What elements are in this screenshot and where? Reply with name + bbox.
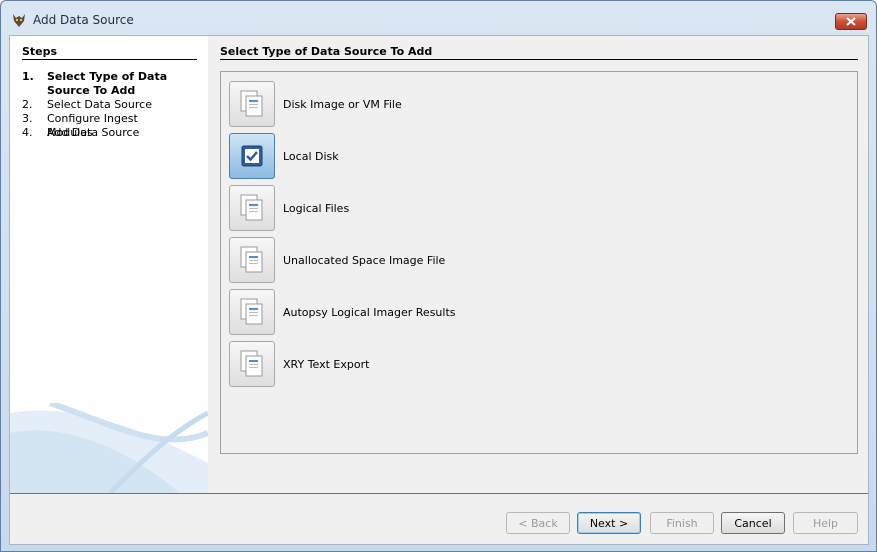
document-icon (240, 194, 263, 221)
option-toggle-button[interactable] (229, 341, 275, 387)
page-title: Select Type of Data Source To Add (220, 45, 433, 58)
step-label: Select Data Source (47, 98, 152, 111)
option-unallocated-space[interactable]: Unallocated Space Image File (229, 237, 445, 283)
steps-panel: Steps 1. Select Type of Data Source To A… (10, 36, 208, 493)
data-source-type-list: Disk Image or VM File Local Disk Logical… (220, 71, 858, 454)
option-local-disk[interactable]: Local Disk (229, 133, 339, 179)
help-button[interactable]: Help (793, 512, 858, 534)
option-logical-imager[interactable]: Autopsy Logical Imager Results (229, 289, 456, 335)
dialog-content: Steps 1. Select Type of Data Source To A… (9, 35, 869, 545)
document-icon (240, 298, 263, 325)
document-icon (240, 350, 263, 377)
title-bar: Add Data Source (1, 1, 876, 35)
step-number: 2. (22, 98, 33, 111)
step-item: 2. Select Data Source (22, 98, 177, 112)
step-label: Select Type of Data Source To Add (47, 70, 168, 97)
option-toggle-button[interactable] (229, 185, 275, 231)
option-disk-image[interactable]: Disk Image or VM File (229, 81, 402, 127)
steps-divider (22, 59, 197, 60)
document-icon (240, 90, 263, 117)
option-toggle-button[interactable] (229, 81, 275, 127)
cancel-button[interactable]: Cancel (721, 512, 785, 534)
option-xry-text-export[interactable]: XRY Text Export (229, 341, 369, 387)
option-label: Disk Image or VM File (283, 97, 402, 111)
steps-heading: Steps (22, 45, 58, 58)
finish-button[interactable]: Finish (650, 512, 714, 534)
checkbox-checked-icon (241, 145, 263, 167)
window-title: Add Data Source (33, 13, 134, 27)
step-number: 4. (22, 126, 33, 139)
document-icon (240, 246, 263, 273)
autopsy-app-icon (13, 14, 25, 27)
option-logical-files[interactable]: Logical Files (229, 185, 349, 231)
option-toggle-button[interactable] (229, 237, 275, 283)
option-toggle-button[interactable] (229, 133, 275, 179)
option-label: Autopsy Logical Imager Results (283, 305, 456, 319)
step-label: Add Data Source (47, 126, 140, 139)
option-label: XRY Text Export (283, 357, 370, 371)
option-toggle-button[interactable] (229, 289, 275, 335)
option-label: Unallocated Space Image File (283, 253, 446, 267)
close-button[interactable] (835, 13, 867, 30)
close-icon (846, 17, 856, 26)
decorative-swoosh (10, 403, 208, 493)
step-item: 1. Select Type of Data Source To Add (22, 70, 177, 98)
next-button[interactable]: Next > (577, 512, 641, 534)
title-divider (220, 59, 858, 60)
option-label: Logical Files (283, 201, 350, 215)
step-item: 4. Add Data Source (22, 126, 177, 140)
step-number: 1. (22, 70, 34, 83)
button-bar-divider (10, 493, 868, 494)
add-data-source-window: Add Data Source Steps 1. Select Type of … (0, 0, 877, 552)
back-button[interactable]: < Back (506, 512, 570, 534)
option-label: Local Disk (283, 149, 339, 163)
